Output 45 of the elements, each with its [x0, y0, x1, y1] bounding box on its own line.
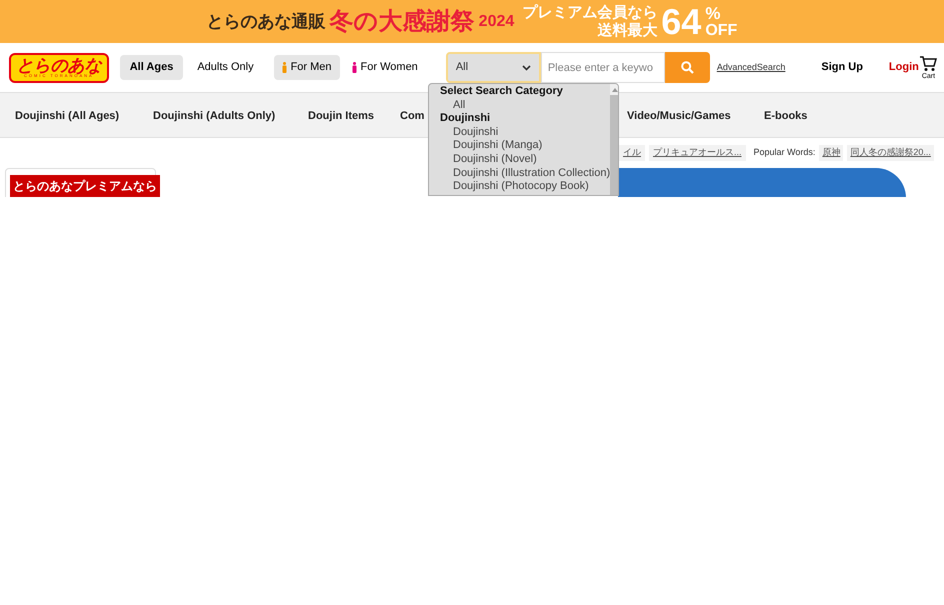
nav-link[interactable]: Video/Music/Games: [627, 110, 731, 122]
banner-year: 2024: [478, 12, 514, 32]
dropdown-group: Doujinshi: [440, 112, 610, 126]
nav-link[interactable]: Doujin Items: [308, 110, 374, 122]
logo-text: とらのあな: [16, 57, 102, 74]
tag-link[interactable]: 原神: [819, 145, 844, 161]
dropdown-option[interactable]: Doujinshi (Novel): [440, 152, 610, 167]
sign-up-link[interactable]: Sign Up: [821, 59, 863, 76]
banner-discount: 64: [661, 4, 702, 40]
gender-tab[interactable]: For Men: [274, 55, 340, 80]
search-button[interactable]: [664, 52, 710, 83]
age-tab[interactable]: Adults Only: [187, 55, 264, 80]
age-tab[interactable]: All Ages: [120, 55, 184, 80]
dropdown-option[interactable]: Doujinshi: [440, 126, 610, 140]
category-dropdown[interactable]: Select Search Category All Doujinshi Doujinshi Doujinshi (Manga) Doujinshi (Novel) Doujinshi (Illustration Collection) Doujinshi (Photocopy Book): [428, 83, 619, 196]
premium-label: とらのあなプレミアムなら: [10, 175, 160, 197]
chevron-down-icon: [522, 64, 531, 70]
cart-icon: [919, 56, 938, 72]
nav-link[interactable]: Doujinshi (Adults Only): [153, 110, 276, 122]
category-select[interactable]: All: [446, 52, 541, 83]
popular-words-label: Popular Words:: [754, 146, 816, 160]
tag-link[interactable]: 同人冬の感謝祭20...: [847, 145, 934, 161]
banner-shop-name: とらのあな通販: [206, 10, 326, 33]
banner-off: OFF: [705, 22, 738, 38]
dropdown-option[interactable]: Doujinshi (Manga): [440, 139, 610, 153]
scrollbar[interactable]: [610, 84, 618, 195]
nav-link[interactable]: Doujinshi (All Ages): [15, 110, 120, 122]
login-link[interactable]: Login: [888, 59, 919, 76]
tag-link[interactable]: イル: [619, 145, 645, 161]
dropdown-heading: Select Search Category: [440, 85, 564, 99]
dropdown-option[interactable]: All: [440, 98, 610, 112]
search-field[interactable]: Please enter a keywo: [540, 52, 665, 83]
tag-link[interactable]: プリキュアオールス...: [649, 145, 746, 161]
banner-offer-text: プレミアム会員なら: [522, 4, 658, 22]
banner-percent: %: [705, 4, 722, 22]
dropdown-option[interactable]: Doujinshi (Photocopy Book): [440, 180, 610, 194]
banner-event-title: 冬の大感謝祭: [330, 6, 475, 36]
promo-image[interactable]: [618, 168, 906, 197]
advanced-search-link[interactable]: AdvancedSearch: [716, 60, 786, 74]
banner-offer-text: 送料最大: [597, 22, 658, 40]
dropdown-option[interactable]: Doujinshi (Illustration Collection): [440, 166, 610, 180]
nav-link[interactable]: E-books: [764, 110, 808, 122]
search-icon: [680, 61, 694, 74]
nav-link[interactable]: Com: [400, 110, 424, 122]
gender-tab[interactable]: For Women: [344, 55, 426, 80]
